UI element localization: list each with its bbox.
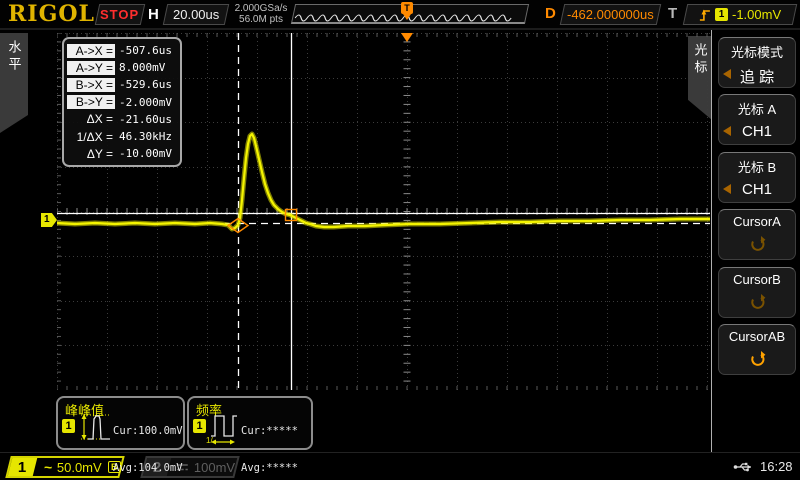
- delay-value: -462.000000us: [567, 7, 654, 22]
- frequency-icon: 1/: [206, 408, 244, 450]
- measurement-values: Cur:***** Avg:***** Min:***** Max:*****: [241, 400, 298, 480]
- readout-row: A->X =-507.6us: [67, 42, 177, 59]
- readout-value: -2.000mV: [115, 96, 172, 109]
- tab-horizontal-label: 水平: [5, 33, 24, 133]
- measurement-values: Cur:100.0mV Avg:104.0mV Min:100.0mV Max:…: [113, 400, 183, 480]
- readout-row: B->X =-529.6us: [67, 76, 177, 93]
- peak-peak-icon: [75, 408, 113, 448]
- status-bar: RIGOL STOP H 20.00us 2.000GSa/s 56.0M pt…: [0, 0, 800, 30]
- left-arrow-icon: [723, 126, 731, 136]
- ch1-indicator[interactable]: 1 ~ 50.0mV B: [5, 456, 124, 478]
- readout-label: A->Y =: [67, 61, 115, 75]
- readout-value: -507.6us: [115, 44, 172, 57]
- trigger-position-flag-tail: [403, 14, 411, 20]
- ch1-scale-value: 50.0mV: [57, 460, 102, 475]
- readout-value: 8.000mV: [115, 61, 165, 74]
- menu-item-title: 光标 A: [719, 99, 795, 118]
- left-arrow-icon: [723, 69, 731, 79]
- ch1-ground-marker[interactable]: 1: [41, 213, 57, 227]
- softkey-menu: 光标模式 追 踪 光标 A CH1 光标 B CH1 CursorA Curso…: [711, 30, 800, 452]
- svg-text:1/: 1/: [206, 436, 213, 445]
- rigol-logo: RIGOL: [8, 1, 95, 27]
- readout-label: ΔY =: [67, 147, 115, 161]
- readout-value: 46.30kHz: [115, 130, 172, 143]
- trigger-source-badge: 1: [715, 8, 728, 21]
- oscilloscope-screen: RIGOL STOP H 20.00us 2.000GSa/s 56.0M pt…: [0, 0, 800, 480]
- sample-rate: 2.000GSa/s 56.0M pts: [231, 3, 291, 25]
- trigger-position-flag: T: [401, 2, 413, 14]
- tab-horizontal[interactable]: 水平: [0, 33, 28, 133]
- menu-item-cursor-a[interactable]: CursorA: [718, 209, 796, 260]
- readout-label: 1/ΔX =: [67, 130, 115, 144]
- readout-row: B->Y =-2.000mV: [67, 94, 177, 111]
- clock: 16:28: [760, 459, 793, 474]
- menu-item-cursor-ab[interactable]: CursorAB: [718, 324, 796, 375]
- timebase-indicator: 20.00us: [163, 4, 229, 25]
- menu-item-value: CH1: [742, 181, 772, 198]
- delay-label: D: [545, 5, 556, 22]
- left-arrow-icon: [723, 184, 731, 194]
- knob-rotate-icon: [749, 236, 766, 253]
- readout-value: -10.00mV: [115, 147, 172, 160]
- menu-item-title: CursorA: [719, 214, 795, 229]
- menu-item-cursor-mode[interactable]: 光标模式 追 踪: [718, 37, 796, 88]
- sample-rate-value: 2.000GSa/s: [231, 3, 291, 14]
- menu-item-cursor-b[interactable]: CursorB: [718, 267, 796, 318]
- trigger-level-value: -1.00mV: [732, 7, 781, 22]
- measurement-box-peak-peak: 峰峰值 1 Cur:100.0mV Avg:104.0mV Min:100.0m…: [56, 396, 185, 450]
- memory-depth-value: 56.0M pts: [231, 14, 291, 25]
- readout-value: -529.6us: [115, 78, 172, 91]
- menu-item-title: CursorAB: [719, 329, 795, 344]
- ch1-badge: 1: [18, 459, 26, 476]
- readout-label: ΔX =: [67, 112, 115, 126]
- menu-item-value: CH1: [742, 123, 772, 140]
- readout-label: B->Y =: [67, 95, 115, 109]
- readout-row: 1/ΔX =46.30kHz: [67, 128, 177, 145]
- trigger-label: T: [668, 5, 677, 22]
- run-state-indicator[interactable]: STOP: [95, 4, 145, 25]
- menu-item-title: 光标 B: [719, 157, 795, 176]
- delay-indicator: -462.000000us: [560, 4, 661, 25]
- timebase-value: 20.00us: [173, 7, 219, 22]
- menu-item-cursor-a-source[interactable]: 光标 A CH1: [718, 94, 796, 145]
- ac-coupling-icon: ~: [44, 459, 52, 475]
- rising-edge-icon: [699, 8, 711, 22]
- readout-row: A->Y =8.000mV: [67, 59, 177, 76]
- menu-item-title: CursorB: [719, 272, 795, 287]
- menu-item-cursor-b-source[interactable]: 光标 B CH1: [718, 152, 796, 203]
- readout-value: -21.60us: [115, 113, 172, 126]
- channel-badge: 1: [62, 419, 75, 433]
- trigger-indicator: 1 -1.00mV: [683, 4, 797, 25]
- run-state-label: STOP: [100, 7, 139, 22]
- menu-item-title: 光标模式: [719, 42, 795, 61]
- cursor-readout-panel: A->X =-507.6us A->Y =8.000mV B->X =-529.…: [62, 37, 182, 167]
- channel-badge: 1: [193, 419, 206, 433]
- knob-rotate-icon: [749, 351, 766, 368]
- knob-rotate-icon: [749, 294, 766, 311]
- readout-row: ΔX =-21.60us: [67, 111, 177, 128]
- readout-row: ΔY =-10.00mV: [67, 145, 177, 162]
- menu-item-value: 追 踪: [740, 69, 774, 86]
- readout-label: A->X =: [67, 44, 115, 58]
- ch2-scale-value: 100mV: [194, 460, 235, 475]
- usb-icon: [733, 461, 755, 473]
- readout-label: B->X =: [67, 78, 115, 92]
- measurement-box-frequency: 频率 1 1/ Cur:***** Avg:***** Min:***** Ma…: [187, 396, 313, 450]
- horizontal-label: H: [148, 6, 159, 23]
